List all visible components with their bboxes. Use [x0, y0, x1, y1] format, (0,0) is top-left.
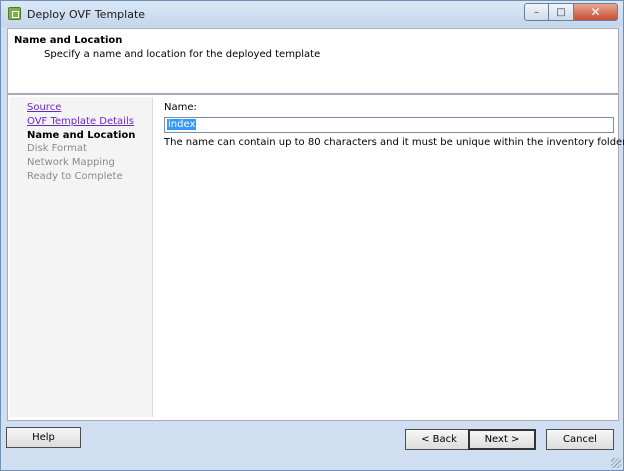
wizard-steps: Source OVF Template Details Name and Loc… [10, 97, 153, 417]
minimize-icon: – [534, 6, 539, 18]
maximize-icon: □ [556, 6, 566, 18]
step-network-mapping: Network Mapping [27, 157, 115, 169]
app-icon [8, 7, 21, 20]
name-input-value: index [167, 119, 197, 130]
step-ovf-template-details[interactable]: OVF Template Details [27, 115, 152, 129]
step-ready-to-complete: Ready to Complete [27, 170, 123, 182]
name-label: Name: [164, 102, 197, 113]
page-title: Name and Location [14, 35, 123, 46]
window-title: Deploy OVF Template [27, 8, 146, 21]
step-disk-format: Disk Format [27, 143, 87, 155]
name-input[interactable]: index [164, 117, 614, 133]
maximize-button[interactable]: □ [549, 3, 574, 21]
deploy-ovf-window: Deploy OVF Template – □ ✕ Name and Locat… [0, 0, 624, 471]
window-controls: – □ ✕ [524, 3, 618, 21]
step-name-and-location: Name and Location [27, 129, 136, 141]
title-bar[interactable]: Deploy OVF Template – □ ✕ [1, 1, 623, 27]
cancel-button[interactable]: Cancel [546, 429, 614, 450]
next-button[interactable]: Next > [468, 429, 536, 450]
close-icon: ✕ [590, 5, 601, 19]
wizard-header: Name and Location Specify a name and loc… [7, 28, 619, 94]
wizard-content: Source OVF Template Details Name and Loc… [7, 94, 624, 421]
minimize-button[interactable]: – [524, 3, 549, 21]
resize-grip-icon[interactable] [611, 458, 621, 468]
name-hint: The name can contain up to 80 characters… [164, 137, 624, 148]
close-button[interactable]: ✕ [574, 3, 618, 21]
page-subtitle: Specify a name and location for the depl… [44, 49, 321, 60]
back-button[interactable]: < Back [405, 429, 473, 450]
help-button[interactable]: Help [6, 427, 81, 448]
step-source[interactable]: Source [27, 101, 152, 115]
